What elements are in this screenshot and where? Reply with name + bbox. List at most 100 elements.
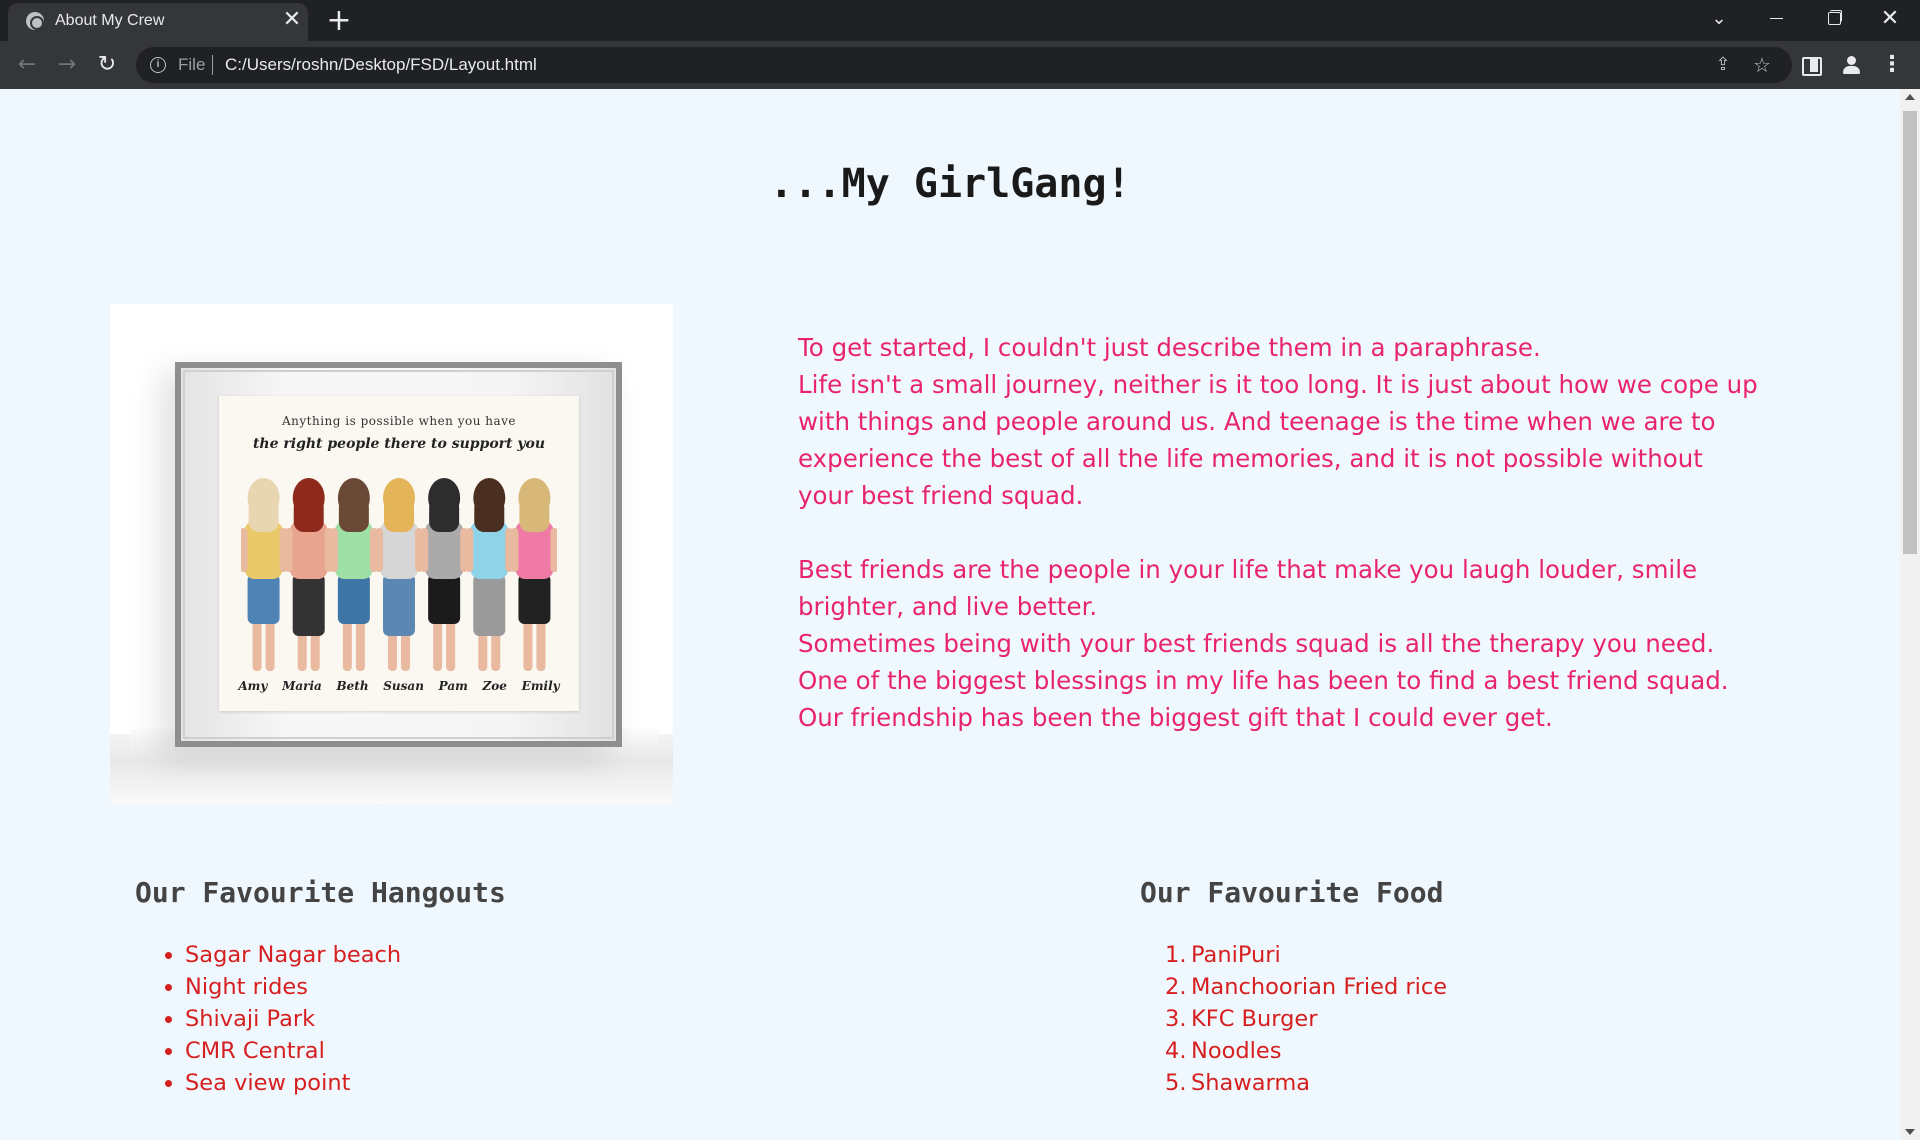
friend-name: Pam xyxy=(438,679,468,693)
girl-arm xyxy=(510,528,519,572)
girl-leg xyxy=(342,616,352,671)
list-item: Sea view point xyxy=(164,1067,401,1099)
girl-arm xyxy=(284,528,293,572)
girl-leg xyxy=(446,616,456,671)
food-item: Noodles xyxy=(1191,1038,1282,1064)
scroll-thumb[interactable] xyxy=(1903,111,1917,554)
page-viewport: ...My GirlGang! Anything is possible whe… xyxy=(0,89,1900,1140)
girl-arm xyxy=(550,528,557,572)
list-number: 4. xyxy=(1165,1038,1187,1064)
intro-line: To get started, I couldn't just describe… xyxy=(798,333,1541,362)
list-item: CMR Central xyxy=(164,1035,401,1067)
girl-arm xyxy=(465,528,474,572)
girl-leg xyxy=(265,616,275,671)
forward-arrow-icon[interactable]: → xyxy=(52,50,82,80)
vertical-scrollbar[interactable] xyxy=(1900,89,1920,1140)
friend-name: Amy xyxy=(238,679,268,693)
food-item: Shawarma xyxy=(1191,1070,1311,1096)
minimize-icon[interactable] xyxy=(1756,4,1796,34)
share-icon[interactable]: ⇪ xyxy=(1711,53,1735,77)
girl-bottom xyxy=(428,574,461,624)
intro-line: with things and people around us. And te… xyxy=(798,407,1716,436)
scroll-up-arrow-icon[interactable] xyxy=(1905,94,1915,100)
friend-names: Amy Maria Beth Susan Pam Zoe Emily xyxy=(219,679,579,693)
info-icon[interactable]: i xyxy=(150,57,166,73)
hangouts-heading: Our Favourite Hangouts xyxy=(135,876,506,909)
girl-leg xyxy=(523,616,533,671)
active-tab[interactable]: About My Crew ✕ xyxy=(8,3,308,41)
girl-arm xyxy=(375,528,383,572)
intro-line: your best friend squad. xyxy=(798,481,1084,510)
list-number: 2. xyxy=(1165,974,1187,1000)
girl-arm xyxy=(329,528,338,572)
list-number: 5. xyxy=(1165,1070,1187,1096)
friend-name: Maria xyxy=(282,679,322,693)
intro-line: Sometimes being with your best friends s… xyxy=(798,629,1715,658)
quote-line-2: the right people there to support you xyxy=(252,436,546,452)
girl-hair-length xyxy=(429,498,460,532)
friend-name: Beth xyxy=(336,679,369,693)
friend-name: Zoe xyxy=(482,679,507,693)
quote-line-1: Anything is possible when you have xyxy=(281,414,517,428)
girl-arm xyxy=(241,528,248,572)
hangouts-list: Sagar Nagar beach Night rides Shivaji Pa… xyxy=(164,939,401,1099)
intro-line: Life isn't a small journey, neither is i… xyxy=(798,370,1758,399)
intro-text: To get started, I couldn't just describe… xyxy=(798,329,1798,736)
girl-leg xyxy=(252,616,262,671)
girl-hair-length xyxy=(384,498,414,532)
food-item: KFC Burger xyxy=(1191,1006,1318,1032)
side-panel-icon[interactable] xyxy=(1799,53,1823,77)
browser-toolbar: ← → ↻ i File C:/Users/roshn/Desktop/FSD/… xyxy=(0,41,1920,89)
list-item: Shivaji Park xyxy=(164,1003,401,1035)
list-item: 4. Noodles xyxy=(1165,1035,1447,1067)
list-item: 1. PaniPuri xyxy=(1165,939,1447,971)
friend-name: Susan xyxy=(383,679,424,693)
girl-hair-length xyxy=(474,498,505,532)
kebab-menu-icon[interactable]: ⋮ xyxy=(1880,53,1904,77)
back-arrow-icon[interactable]: ← xyxy=(12,50,42,80)
plus-icon[interactable]: + xyxy=(324,6,354,36)
girl-bottom xyxy=(383,574,415,636)
girl-arm xyxy=(420,528,429,572)
profile-icon[interactable] xyxy=(1840,53,1864,77)
picture-frame: Anything is possible when you have the r… xyxy=(175,362,622,747)
girl-hair-length xyxy=(293,498,324,532)
print-artwork: Anything is possible when you have the r… xyxy=(219,396,579,711)
girl-bottom xyxy=(518,574,551,624)
girl-leg xyxy=(433,616,443,671)
girl-leg xyxy=(355,616,365,671)
girl-bottom xyxy=(473,574,506,636)
close-icon[interactable]: ✕ xyxy=(280,8,304,32)
reload-icon[interactable]: ↻ xyxy=(92,50,122,80)
girl-hair-length xyxy=(519,498,550,532)
tab-strip: About My Crew ✕ + ⌄ ✕ xyxy=(0,0,1920,41)
girls-illustration xyxy=(241,478,557,671)
girlgang-photo: Anything is possible when you have the r… xyxy=(110,304,673,804)
list-number: 1. xyxy=(1165,942,1187,968)
food-item: PaniPuri xyxy=(1191,942,1281,968)
globe-icon xyxy=(26,12,44,30)
intro-line: One of the biggest blessings in my life … xyxy=(798,666,1729,695)
page-title: ...My GirlGang! xyxy=(769,161,1131,207)
url-text[interactable]: C:/Users/roshn/Desktop/FSD/Layout.html xyxy=(225,55,537,75)
scroll-down-arrow-icon[interactable] xyxy=(1905,1129,1915,1135)
address-bar[interactable]: i File C:/Users/roshn/Desktop/FSD/Layout… xyxy=(136,47,1792,83)
restore-icon[interactable] xyxy=(1813,4,1853,34)
intro-line: brighter, and live better. xyxy=(798,592,1098,621)
list-item: Sagar Nagar beach xyxy=(164,939,401,971)
girl-bottom xyxy=(247,574,280,624)
list-item: Night rides xyxy=(164,971,401,1003)
star-icon[interactable]: ☆ xyxy=(1750,53,1774,77)
intro-line: Best friends are the people in your life… xyxy=(798,555,1698,584)
list-item: 3. KFC Burger xyxy=(1165,1003,1447,1035)
food-list: 1. PaniPuri 2. Manchoorian Fried rice 3. KF… xyxy=(1165,939,1447,1099)
girl-leg xyxy=(536,616,546,671)
girl-hair-length xyxy=(338,498,369,532)
list-item: 2. Manchoorian Fried rice xyxy=(1165,971,1447,1003)
food-item: Manchoorian Fried rice xyxy=(1191,974,1448,1000)
chevron-down-icon[interactable]: ⌄ xyxy=(1699,8,1739,38)
intro-line: Our friendship has been the biggest gift… xyxy=(798,703,1553,732)
close-window-icon[interactable]: ✕ xyxy=(1870,4,1910,34)
tab-title: About My Crew xyxy=(55,12,165,29)
